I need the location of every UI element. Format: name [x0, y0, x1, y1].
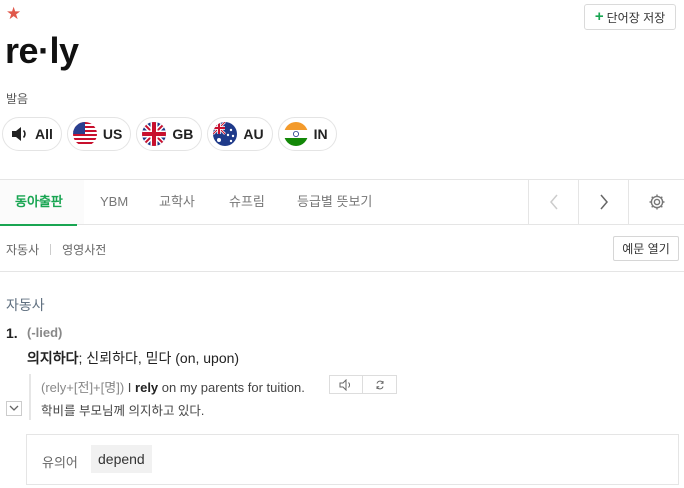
tab-graded-meanings[interactable]: 등급별 뜻보기 — [297, 180, 372, 225]
tab-donga[interactable]: 동아출판 — [0, 180, 77, 226]
synonym-label: 유의어 — [42, 455, 78, 470]
gb-flag-icon — [142, 122, 167, 146]
filter-english-dictionary[interactable]: 영영사전 — [62, 241, 106, 258]
sense-form: (-lied) — [27, 325, 63, 340]
example-keyword: rely — [135, 380, 159, 395]
settings-button[interactable] — [628, 180, 684, 224]
star-icon[interactable]: ★ — [6, 5, 21, 23]
chevron-down-icon — [9, 405, 19, 411]
pronunciation-in-label: IN — [313, 126, 328, 142]
publisher-tabs: 동아출판 YBM 교학사 슈프림 등급별 뜻보기 — [0, 180, 684, 226]
filter-separator — [50, 244, 52, 255]
tabs-prev-button[interactable] — [528, 180, 578, 224]
au-flag-icon — [213, 122, 238, 146]
chevron-left-icon — [549, 194, 558, 210]
headword: re·ly — [5, 30, 79, 71]
example-text-pre: I — [127, 380, 136, 395]
example-repeat-button[interactable] — [363, 375, 397, 394]
speaker-icon — [11, 126, 29, 142]
part-of-speech: 자동사 — [6, 297, 45, 313]
dictionary-filter: 자동사 영영사전 — [6, 241, 106, 258]
filter-divider — [0, 271, 684, 272]
definition-rest: ; 신뢰하다, 믿다 (on, upon) — [78, 350, 240, 366]
filter-intransitive[interactable]: 자동사 — [6, 241, 39, 258]
example-listen-button[interactable] — [329, 375, 363, 394]
pronunciation-gb-label: GB — [172, 126, 194, 142]
tabs-next-button[interactable] — [578, 180, 628, 224]
pronunciation-au-label: AU — [243, 126, 264, 142]
pronunciation-au-button[interactable]: AU — [207, 117, 273, 151]
synonym-box: 유의어 depend — [26, 434, 679, 485]
pronunciation-gb-button[interactable]: GB — [136, 117, 203, 151]
gear-icon — [649, 194, 664, 210]
example-text-post: on my parents for tuition. — [158, 380, 305, 395]
tab-supreme[interactable]: 슈프림 — [229, 180, 265, 225]
synonym-link[interactable]: depend — [91, 445, 152, 473]
example-toggle-button[interactable] — [6, 401, 22, 416]
sense-definition: 의지하다; 신뢰하다, 믿다 (on, upon) — [27, 348, 239, 368]
example-actions — [329, 375, 397, 394]
example-pattern-tag: (rely+[전]+[명]) — [41, 380, 125, 395]
example-bar — [29, 374, 31, 420]
pronunciation-us-button[interactable]: US — [66, 117, 132, 151]
save-to-wordbook-button[interactable]: + 단어장 저장 — [584, 4, 676, 30]
tab-ybm[interactable]: YBM — [100, 180, 128, 225]
example-sentence: (rely+[전]+[명]) I rely on my parents for … — [41, 377, 305, 396]
pronunciation-buttons: All US GB AU IN — [2, 117, 337, 151]
open-examples-button[interactable]: 예문 열기 — [613, 236, 679, 261]
chevron-right-icon — [599, 194, 608, 210]
speaker-icon — [339, 378, 351, 391]
save-button-label: 단어장 저장 — [606, 10, 666, 25]
pronunciation-in-button[interactable]: IN — [277, 117, 337, 151]
us-flag-icon — [72, 122, 97, 146]
plus-icon: + — [594, 8, 604, 25]
pronunciation-us-label: US — [102, 126, 123, 142]
pronunciation-label: 발음 — [6, 92, 29, 106]
pronunciation-all-label: All — [35, 126, 53, 142]
tab-kyohaksa[interactable]: 교학사 — [159, 180, 195, 225]
repeat-icon — [376, 380, 383, 389]
example-translation: 학비를 부모님께 의지하고 있다. — [41, 404, 205, 418]
sense-number: 1. — [6, 325, 18, 341]
definition-keyword: 의지하다 — [27, 350, 79, 366]
pronunciation-all-button[interactable]: All — [2, 117, 62, 151]
in-flag-icon — [283, 122, 308, 146]
